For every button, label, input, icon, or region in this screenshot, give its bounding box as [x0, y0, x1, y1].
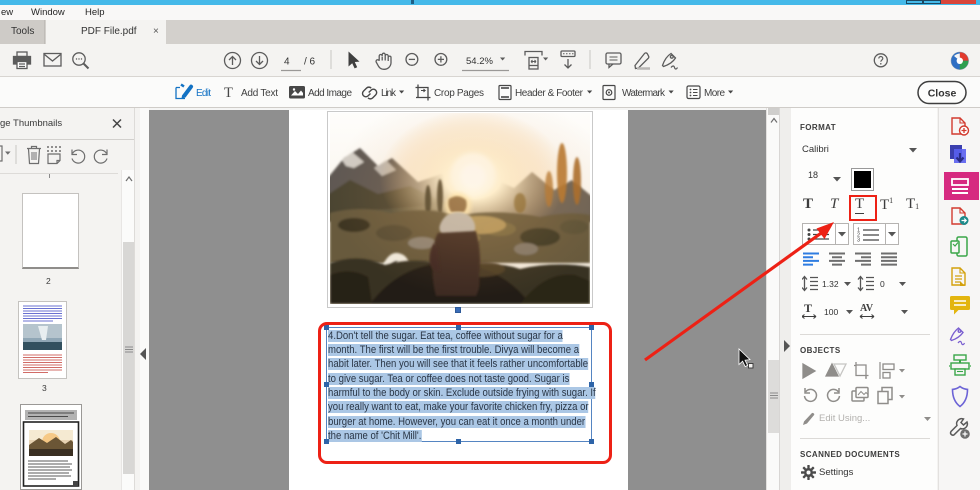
- svg-text:3: 3: [857, 238, 860, 243]
- svg-text:/ 6: / 6: [304, 57, 316, 68]
- svg-text:Close: Close: [928, 88, 957, 100]
- svg-text:4: 4: [284, 57, 290, 68]
- svg-text:T: T: [224, 85, 233, 101]
- svg-text:Edit: Edit: [196, 88, 211, 99]
- svg-text:Header & Footer: Header & Footer: [515, 88, 584, 99]
- svg-text:Link: Link: [381, 88, 397, 99]
- svg-text:More: More: [704, 88, 725, 99]
- svg-text:Crop Pages: Crop Pages: [434, 88, 484, 99]
- svg-text:Add Image: Add Image: [308, 88, 352, 99]
- svg-text:Add Text: Add Text: [241, 88, 278, 99]
- svg-text:54.2%: 54.2%: [466, 56, 493, 67]
- svg-text:Watermark: Watermark: [622, 88, 666, 99]
- svg-text:AV: AV: [860, 303, 874, 314]
- svg-text:T: T: [804, 302, 812, 315]
